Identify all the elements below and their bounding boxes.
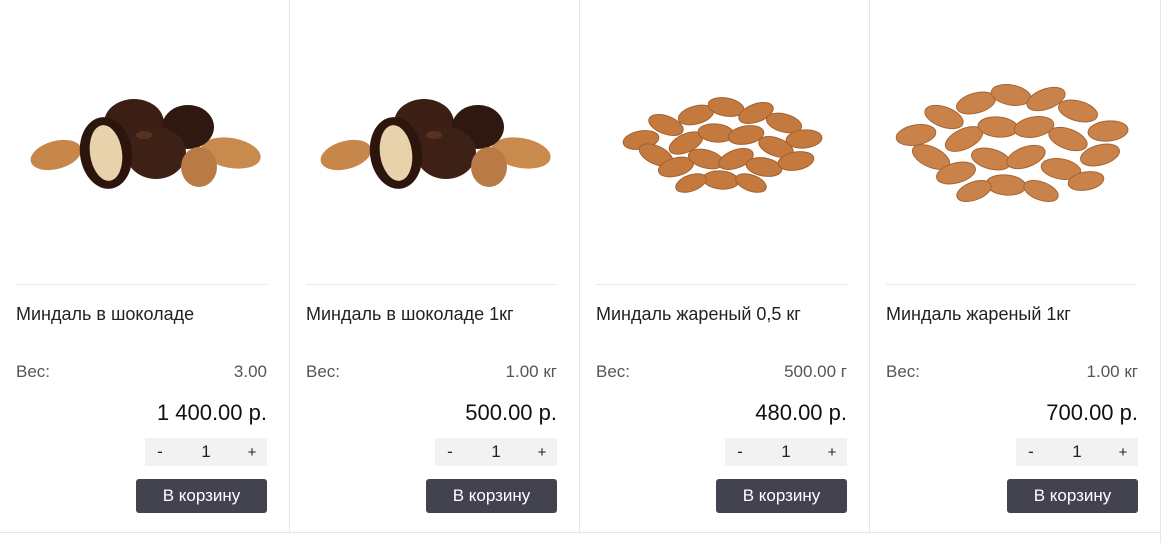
add-to-cart-button[interactable]: В корзину	[716, 479, 847, 513]
product-price: 480.00 р.	[755, 400, 847, 425]
weight-value: 1.00 кг	[1086, 362, 1138, 381]
product-image[interactable]	[306, 55, 557, 220]
decrement-button[interactable]: -	[145, 442, 175, 462]
add-to-cart-button[interactable]: В корзину	[1007, 479, 1138, 513]
divider	[16, 284, 267, 285]
quantity-stepper: - 1 +	[725, 438, 847, 466]
quantity-stepper: - 1 +	[435, 438, 557, 466]
chocolate-almonds-image	[30, 99, 261, 189]
product-card: Миндаль в шоколаде Вес: 3.00 1 400.00 р.…	[0, 0, 290, 533]
quantity-input[interactable]: 1	[755, 442, 817, 462]
product-card: Миндаль жареный 0,5 кг Вес: 500.00 г 480…	[580, 0, 870, 533]
product-image[interactable]	[16, 55, 267, 220]
product-name[interactable]: Миндаль жареный 1кг	[886, 304, 1071, 325]
divider	[306, 284, 557, 285]
product-image[interactable]	[596, 55, 847, 220]
increment-button[interactable]: +	[817, 444, 847, 461]
product-price: 1 400.00 р.	[156, 400, 267, 425]
quantity-stepper: - 1 +	[1016, 438, 1138, 466]
quantity-stepper: - 1 +	[145, 438, 267, 466]
weight-label: Вес:	[16, 362, 51, 381]
add-to-cart-button[interactable]: В корзину	[426, 479, 557, 513]
decrement-button[interactable]: -	[1016, 442, 1046, 462]
weight-value: 1.00 кг	[505, 362, 557, 381]
increment-button[interactable]: +	[527, 444, 557, 461]
increment-button[interactable]: +	[1108, 444, 1138, 461]
roasted-almonds-image	[622, 97, 823, 193]
product-price: 700.00 р.	[1046, 400, 1138, 425]
quantity-input[interactable]: 1	[175, 442, 237, 462]
product-image[interactable]	[886, 55, 1137, 220]
weight-label: Вес:	[306, 362, 341, 381]
weight-label: Вес:	[596, 362, 631, 381]
product-grid: Миндаль в шоколаде Вес: 3.00 1 400.00 р.…	[0, 0, 1161, 543]
product-name[interactable]: Миндаль в шоколаде	[16, 304, 194, 325]
weight-value: 3.00	[233, 362, 267, 381]
product-name[interactable]: Миндаль жареный 0,5 кг	[596, 304, 801, 325]
weight-value: 500.00 г	[784, 362, 847, 381]
product-price: 500.00 р.	[465, 400, 557, 425]
weight-label: Вес:	[886, 362, 921, 381]
roasted-almonds-image	[895, 84, 1129, 202]
divider	[886, 284, 1137, 285]
product-name[interactable]: Миндаль в шоколаде 1кг	[306, 304, 514, 325]
decrement-button[interactable]: -	[435, 442, 465, 462]
increment-button[interactable]: +	[237, 444, 267, 461]
add-to-cart-button[interactable]: В корзину	[136, 479, 267, 513]
divider	[596, 284, 847, 285]
chocolate-almonds-image	[320, 99, 551, 189]
product-card: Миндаль в шоколаде 1кг Вес: 1.00 кг 500.…	[290, 0, 580, 533]
quantity-input[interactable]: 1	[1046, 442, 1108, 462]
decrement-button[interactable]: -	[725, 442, 755, 462]
product-card: Миндаль жареный 1кг Вес: 1.00 кг 700.00 …	[870, 0, 1160, 533]
quantity-input[interactable]: 1	[465, 442, 527, 462]
